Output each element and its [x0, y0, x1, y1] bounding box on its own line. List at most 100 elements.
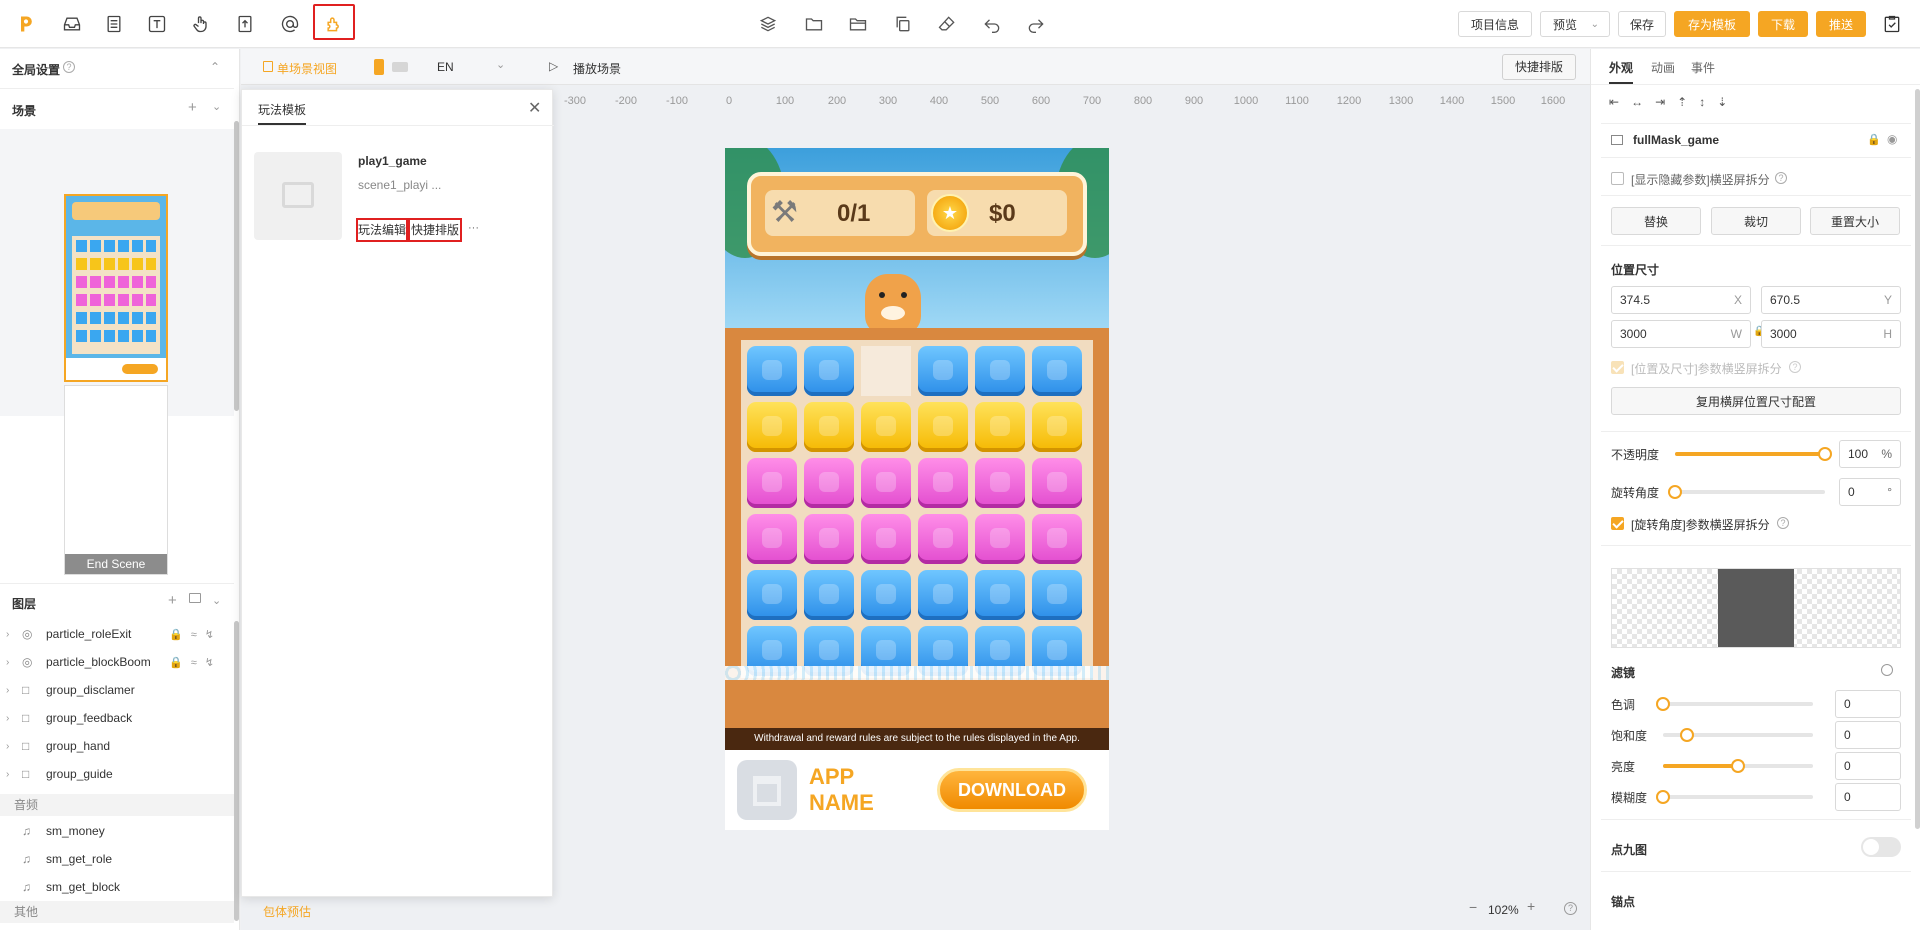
- expand-caret-icon[interactable]: ›: [6, 629, 22, 640]
- chevron-down-icon[interactable]: ⌄: [496, 58, 505, 71]
- replace-button[interactable]: 替换: [1611, 207, 1701, 235]
- reset-size-button[interactable]: 重置大小: [1810, 207, 1900, 235]
- expand-caret-icon[interactable]: ›: [6, 713, 22, 724]
- copy-icon[interactable]: [891, 12, 915, 36]
- scrollbar[interactable]: [234, 621, 239, 921]
- zoom-out-button[interactable]: −: [1469, 899, 1477, 915]
- expand-caret-icon[interactable]: ›: [6, 657, 22, 668]
- layer-item[interactable]: › ◎ particle_blockBoom 🔒≈↯: [0, 648, 234, 676]
- scene-thumbnail[interactable]: [64, 194, 168, 382]
- scene-list-item-active[interactable]: scene1_playing: [0, 129, 234, 416]
- lock-icon[interactable]: 🔒: [1867, 133, 1881, 146]
- play-scene-label[interactable]: 播放场景: [573, 60, 621, 77]
- audio-item[interactable]: ♫ sm_money: [0, 817, 234, 845]
- scrollbar[interactable]: [234, 121, 239, 411]
- filter-hue-knob[interactable]: [1656, 697, 1670, 711]
- rotation-input[interactable]: 0 °: [1839, 478, 1901, 506]
- filter-brightness-knob[interactable]: [1731, 759, 1745, 773]
- reuse-landscape-button[interactable]: 复用横屏位置尺寸配置: [1611, 387, 1901, 415]
- quick-layout-button[interactable]: 快捷排版: [408, 218, 462, 242]
- height-input[interactable]: 3000 H: [1761, 320, 1901, 348]
- filter-hue-slider[interactable]: [1656, 697, 1813, 711]
- text-icon[interactable]: [145, 12, 169, 36]
- more-icon[interactable]: ···: [468, 222, 479, 234]
- save-template-button[interactable]: 存为模板: [1674, 11, 1750, 37]
- expand-caret-icon[interactable]: ›: [6, 685, 22, 696]
- scene-thumbnail-end[interactable]: End Scene: [64, 385, 168, 575]
- folder-open-icon[interactable]: [846, 12, 870, 36]
- align-center-v-icon[interactable]: ↕: [1699, 95, 1705, 109]
- x-input[interactable]: 374.5 X: [1611, 286, 1751, 314]
- rotation-knob[interactable]: [1668, 485, 1682, 499]
- y-input[interactable]: 670.5 Y: [1761, 286, 1901, 314]
- play-icon[interactable]: ▷: [549, 59, 558, 73]
- eraser-icon[interactable]: [935, 12, 959, 36]
- undo-icon[interactable]: [980, 12, 1004, 36]
- project-info-button[interactable]: 项目信息: [1458, 11, 1532, 37]
- close-icon[interactable]: ✕: [528, 98, 541, 118]
- opacity-input[interactable]: 100%: [1839, 440, 1901, 468]
- filter-saturation-knob[interactable]: [1680, 728, 1694, 742]
- nine-patch-toggle[interactable]: [1861, 837, 1901, 857]
- template-thumbnail[interactable]: [254, 152, 342, 240]
- align-bottom-icon[interactable]: ⇣: [1717, 95, 1727, 109]
- help-icon[interactable]: ?: [1564, 902, 1577, 915]
- layer-item[interactable]: › □ group_disclamer: [0, 676, 234, 704]
- rotation-split-checkbox[interactable]: [1611, 517, 1624, 530]
- form-icon[interactable]: [102, 12, 126, 36]
- eye-icon[interactable]: ◉: [1887, 132, 1897, 146]
- folder-icon[interactable]: [802, 12, 826, 36]
- task-checklist-icon[interactable]: [1880, 12, 1904, 36]
- filter-saturation-input[interactable]: 0: [1835, 721, 1901, 749]
- align-left-icon[interactable]: ⇤: [1609, 95, 1619, 109]
- rotation-slider[interactable]: [1668, 485, 1825, 499]
- tab-events[interactable]: 事件: [1691, 59, 1715, 76]
- filter-blur-input[interactable]: 0: [1835, 783, 1901, 811]
- at-sign-icon[interactable]: [278, 12, 302, 36]
- collapse-icon[interactable]: ⌃: [210, 60, 220, 74]
- filter-hue-input[interactable]: 0: [1835, 690, 1901, 718]
- global-settings-row[interactable]: 全局设置 ? ⌃: [0, 49, 234, 89]
- tab-template[interactable]: 玩法模板: [258, 101, 306, 118]
- landscape-mode-icon[interactable]: [392, 62, 408, 72]
- show-hidden-checkbox[interactable]: [1611, 172, 1624, 185]
- add-layer-icon[interactable]: +: [168, 592, 177, 609]
- preview-dropdown[interactable]: 预览 ⌄: [1540, 11, 1610, 37]
- upload-icon[interactable]: [233, 12, 257, 36]
- tab-animation[interactable]: 动画: [1651, 59, 1675, 76]
- language-select[interactable]: EN: [437, 60, 454, 74]
- audio-item[interactable]: ♫ sm_get_role: [0, 845, 234, 873]
- push-button[interactable]: 推送: [1816, 11, 1866, 37]
- zoom-in-button[interactable]: +: [1527, 898, 1535, 914]
- single-view-toggle[interactable]: 单场景视图: [277, 60, 337, 77]
- filter-brightness-input[interactable]: 0: [1835, 752, 1901, 780]
- touch-hand-icon[interactable]: [189, 12, 213, 36]
- portrait-mode-icon[interactable]: [374, 59, 384, 75]
- play-edit-button[interactable]: 玩法编辑: [356, 218, 408, 242]
- filter-saturation-slider[interactable]: [1663, 728, 1813, 742]
- download-button[interactable]: 下载: [1758, 11, 1808, 37]
- scrollbar[interactable]: [1915, 89, 1920, 829]
- filter-brightness-slider[interactable]: [1663, 759, 1813, 773]
- align-right-icon[interactable]: ⇥: [1655, 95, 1665, 109]
- align-center-h-icon[interactable]: ↔: [1631, 95, 1643, 109]
- add-scene-icon[interactable]: +: [188, 99, 197, 116]
- quick-layout-button[interactable]: 快捷排版: [1502, 54, 1576, 80]
- chevron-down-icon[interactable]: ⌄: [212, 594, 221, 607]
- game-preview-canvas[interactable]: ⚒ 0/1 ★ $0 Withdrawal and reward rules a…: [725, 148, 1109, 830]
- redo-icon[interactable]: [1024, 12, 1048, 36]
- inbox-icon[interactable]: [60, 12, 84, 36]
- pos-split-checkbox[interactable]: [1611, 361, 1624, 374]
- filter-blur-knob[interactable]: [1656, 790, 1670, 804]
- layer-controls-icons[interactable]: 🔒≈↯: [169, 628, 222, 641]
- opacity-knob[interactable]: [1818, 447, 1832, 461]
- opacity-slider[interactable]: [1675, 447, 1832, 461]
- layer-item[interactable]: › □ group_feedback: [0, 704, 234, 732]
- layer-item[interactable]: › □ group_guide: [0, 760, 234, 788]
- layer-item[interactable]: › □ group_hand: [0, 732, 234, 760]
- layers-icon[interactable]: [756, 12, 780, 36]
- chevron-down-icon[interactable]: ⌄: [212, 100, 221, 113]
- filter-blur-slider[interactable]: [1656, 790, 1813, 804]
- filter-toggle-icon[interactable]: [1881, 664, 1893, 676]
- audio-item[interactable]: ♫ sm_get_block: [0, 873, 234, 901]
